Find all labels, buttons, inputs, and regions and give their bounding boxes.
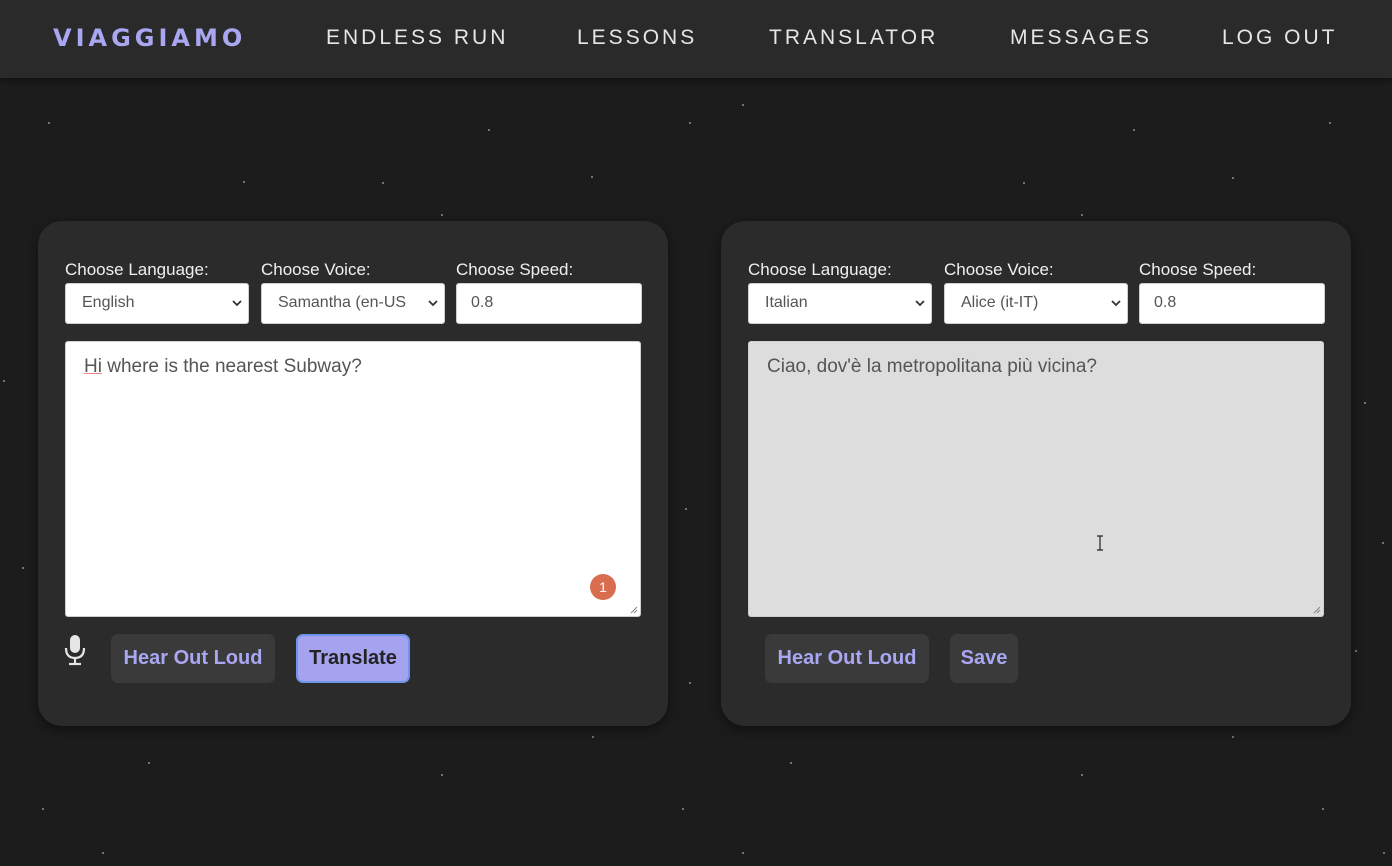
resize-handle-icon[interactable]: [1313, 606, 1321, 614]
chevron-down-icon: [230, 284, 244, 323]
source-text-rest: where is the nearest Subway?: [101, 356, 362, 377]
target-language-select[interactable]: Italian: [748, 283, 932, 324]
source-hear-out-loud-button[interactable]: Hear Out Loud: [111, 634, 275, 683]
target-voice-value: Alice (it-IT): [961, 294, 1039, 311]
microphone-icon[interactable]: [63, 634, 87, 671]
target-speed-input[interactable]: 0.8: [1139, 283, 1325, 324]
source-speed-label: Choose Speed:: [456, 260, 574, 279]
target-language-value: Italian: [765, 294, 808, 311]
source-language-label: Choose Language:: [65, 260, 209, 279]
text-cursor-icon: [1097, 535, 1103, 551]
source-speed-input[interactable]: 0.8: [456, 283, 642, 324]
source-text-first-word: Hi: [84, 356, 102, 377]
source-translation-panel: Choose Language: Choose Voice: Choose Sp…: [38, 221, 668, 726]
translate-button[interactable]: Translate: [296, 634, 410, 683]
chevron-down-icon: [913, 284, 927, 323]
target-language-label: Choose Language:: [748, 260, 892, 279]
chevron-down-icon: [1109, 284, 1123, 323]
nav-endless-run[interactable]: ENDLESS RUN: [326, 26, 508, 50]
source-voice-value: Samantha (en-US: [278, 294, 407, 311]
translated-text-output[interactable]: Ciao, dov'è la metropolitana più vicina?: [748, 341, 1324, 617]
brand-logo[interactable]: VIAGGIAMO: [53, 24, 246, 52]
grammar-badge[interactable]: 1: [590, 574, 616, 600]
source-voice-select[interactable]: Samantha (en-US: [261, 283, 445, 324]
nav-lessons[interactable]: LESSONS: [577, 26, 697, 50]
translated-text: Ciao, dov'è la metropolitana più vicina?: [767, 356, 1097, 377]
source-language-select[interactable]: English: [65, 283, 249, 324]
resize-handle-icon[interactable]: [630, 606, 638, 614]
target-voice-select[interactable]: Alice (it-IT): [944, 283, 1128, 324]
chevron-down-icon: [426, 284, 440, 323]
source-voice-label: Choose Voice:: [261, 260, 371, 279]
target-voice-label: Choose Voice:: [944, 260, 1054, 279]
target-translation-panel: Choose Language: Choose Voice: Choose Sp…: [721, 221, 1351, 726]
nav-translator[interactable]: TRANSLATOR: [769, 26, 938, 50]
top-navbar: VIAGGIAMO ENDLESS RUN LESSONS TRANSLATOR…: [0, 0, 1392, 78]
target-speed-label: Choose Speed:: [1139, 260, 1257, 279]
nav-log-out[interactable]: LOG OUT: [1222, 26, 1338, 50]
source-language-value: English: [82, 294, 135, 311]
nav-messages[interactable]: MESSAGES: [1010, 26, 1152, 50]
save-button[interactable]: Save: [950, 634, 1018, 683]
target-hear-out-loud-button[interactable]: Hear Out Loud: [765, 634, 929, 683]
source-text-input[interactable]: Hi where is the nearest Subway? 1: [65, 341, 641, 617]
